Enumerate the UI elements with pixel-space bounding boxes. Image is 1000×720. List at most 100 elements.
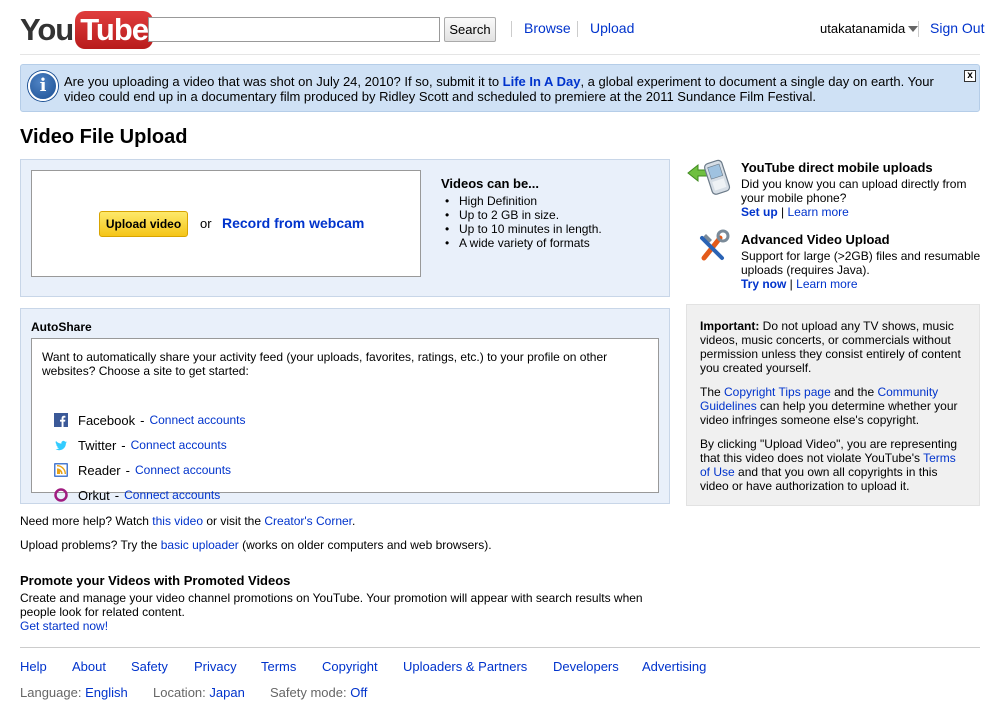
header-separator	[511, 21, 512, 37]
page-title: Video File Upload	[20, 126, 188, 148]
dash: -	[114, 487, 120, 503]
service-reader: Reader - Connect accounts	[54, 461, 231, 479]
chevron-down-icon[interactable]	[908, 25, 919, 32]
upload-problems-line: Upload problems? Try the basic uploader …	[20, 538, 492, 552]
service-twitter: Twitter - Connect accounts	[55, 436, 227, 454]
link-separator: |	[777, 205, 788, 219]
autoshare-box: Want to automatically share your activit…	[31, 338, 659, 503]
reader-icon	[54, 463, 68, 477]
orkut-icon	[54, 488, 68, 502]
location-label: Location:	[153, 685, 210, 700]
help-text: or visit the	[203, 514, 265, 528]
dash: -	[140, 412, 145, 428]
important-text: and the	[830, 385, 878, 399]
service-name: Orkut	[78, 487, 110, 503]
language-label: Language:	[20, 685, 86, 700]
location-setting: Location: Japan	[153, 685, 245, 700]
important-text: By clicking "Upload Video", you are repr…	[700, 437, 958, 465]
service-orkut: Orkut - Connect accounts	[54, 486, 220, 504]
connect-reader-link[interactable]: Connect accounts	[135, 463, 231, 477]
language-link[interactable]: English	[85, 685, 128, 700]
browse-link[interactable]: Browse	[524, 20, 571, 36]
important-text: The	[700, 385, 725, 399]
banner-text-start: Are you uploading a video that was shot …	[64, 74, 503, 89]
this-video-link[interactable]: this video	[152, 514, 203, 528]
upload-panel: Upload video or Record from webcam Video…	[20, 159, 670, 297]
autoshare-title: AutoShare	[31, 320, 92, 334]
mobile-learn-more-link[interactable]: Learn more	[787, 205, 848, 219]
copyright-paragraph: The Copyright Tips page and the Communit…	[700, 385, 966, 427]
try-now-link[interactable]: Try now	[741, 277, 786, 291]
logo-tube: Tube	[75, 11, 153, 49]
service-name: Reader	[78, 462, 121, 478]
footer-advertising-link[interactable]: Advertising	[642, 659, 706, 674]
mobile-uploads-title: YouTube direct mobile uploads	[741, 160, 933, 175]
mobile-uploads-text: Did you know you can upload directly fro…	[741, 177, 967, 205]
mobile-upload-icon	[687, 159, 731, 195]
upload-video-button[interactable]: Upload video	[99, 211, 188, 237]
important-label: Important:	[700, 319, 760, 333]
close-icon[interactable]: x	[964, 70, 976, 82]
list-item: High Definition	[443, 194, 602, 208]
advanced-learn-more-link[interactable]: Learn more	[796, 277, 857, 291]
tools-icon	[700, 229, 730, 261]
footer-uploaders-link[interactable]: Uploaders & Partners	[403, 659, 527, 674]
dash: -	[121, 437, 126, 453]
promote-description: Create and manage your video channel pro…	[20, 591, 643, 619]
facebook-icon	[54, 413, 68, 427]
youtube-logo[interactable]: You Tube	[20, 10, 153, 50]
mobile-uploads-links: Set up | Learn more	[741, 205, 849, 219]
help-line: Need more help? Watch this video or visi…	[20, 514, 355, 528]
autoshare-panel: AutoShare Want to automatically share yo…	[20, 308, 670, 504]
logo-you: You	[20, 12, 74, 47]
safety-mode-setting: Safety mode: Off	[270, 685, 367, 700]
footer-help-link[interactable]: Help	[20, 659, 47, 674]
basic-uploader-link[interactable]: basic uploader	[161, 538, 239, 552]
service-name: Facebook	[78, 412, 136, 428]
connect-facebook-link[interactable]: Connect accounts	[149, 413, 245, 427]
help-text: Upload problems? Try the	[20, 538, 161, 552]
connect-orkut-link[interactable]: Connect accounts	[124, 488, 220, 502]
advanced-upload-text: Support for large (>2GB) files and resum…	[741, 249, 981, 277]
advanced-upload-title: Advanced Video Upload	[741, 232, 890, 247]
autoshare-description: Want to automatically share your activit…	[42, 350, 608, 378]
creators-corner-link[interactable]: Creator's Corner	[264, 514, 352, 528]
promote-title: Promote your Videos with Promoted Videos	[20, 573, 291, 588]
banner-text: Are you uploading a video that was shot …	[64, 74, 944, 104]
sign-out-link[interactable]: Sign Out	[930, 20, 984, 36]
video-features-list: High Definition Up to 2 GB in size. Up t…	[443, 194, 602, 250]
help-text: Need more help? Watch	[20, 514, 153, 528]
important-paragraph: Important: Do not upload any TV shows, m…	[700, 319, 966, 375]
search-input[interactable]	[148, 17, 440, 42]
life-in-a-day-link[interactable]: Life In A Day	[503, 74, 581, 89]
location-link[interactable]: Japan	[209, 685, 244, 700]
advanced-upload-links: Try now | Learn more	[741, 277, 858, 291]
header-separator	[918, 21, 919, 37]
footer-safety-link[interactable]: Safety	[131, 659, 168, 674]
footer-about-link[interactable]: About	[72, 659, 106, 674]
get-started-link[interactable]: Get started now!	[20, 619, 108, 633]
help-text: (works on older computers and web browse…	[238, 538, 492, 552]
username: utakatanamida	[820, 21, 906, 36]
connect-twitter-link[interactable]: Connect accounts	[131, 438, 227, 452]
link-separator: |	[786, 277, 797, 291]
set-up-link[interactable]: Set up	[741, 205, 778, 219]
footer-copyright-link[interactable]: Copyright	[322, 659, 378, 674]
safety-mode-label: Safety mode:	[270, 685, 351, 700]
safety-mode-link[interactable]: Off	[350, 685, 367, 700]
record-from-webcam-link[interactable]: Record from webcam	[222, 215, 364, 231]
user-menu[interactable]: utakatanamida	[820, 21, 919, 36]
service-name: Twitter	[78, 437, 117, 453]
footer-privacy-link[interactable]: Privacy	[194, 659, 237, 674]
announcement-banner: i Are you uploading a video that was sho…	[20, 64, 980, 112]
list-item: A wide variety of formats	[443, 236, 602, 250]
help-text: .	[352, 514, 356, 528]
copyright-tips-link[interactable]: Copyright Tips page	[724, 385, 831, 399]
footer-terms-link[interactable]: Terms	[261, 659, 296, 674]
search-button[interactable]: Search	[444, 17, 496, 42]
or-label: or	[200, 216, 212, 231]
list-item: Up to 10 minutes in length.	[443, 222, 602, 236]
upload-link[interactable]: Upload	[590, 20, 634, 36]
footer-developers-link[interactable]: Developers	[553, 659, 619, 674]
footer-divider	[20, 647, 980, 648]
